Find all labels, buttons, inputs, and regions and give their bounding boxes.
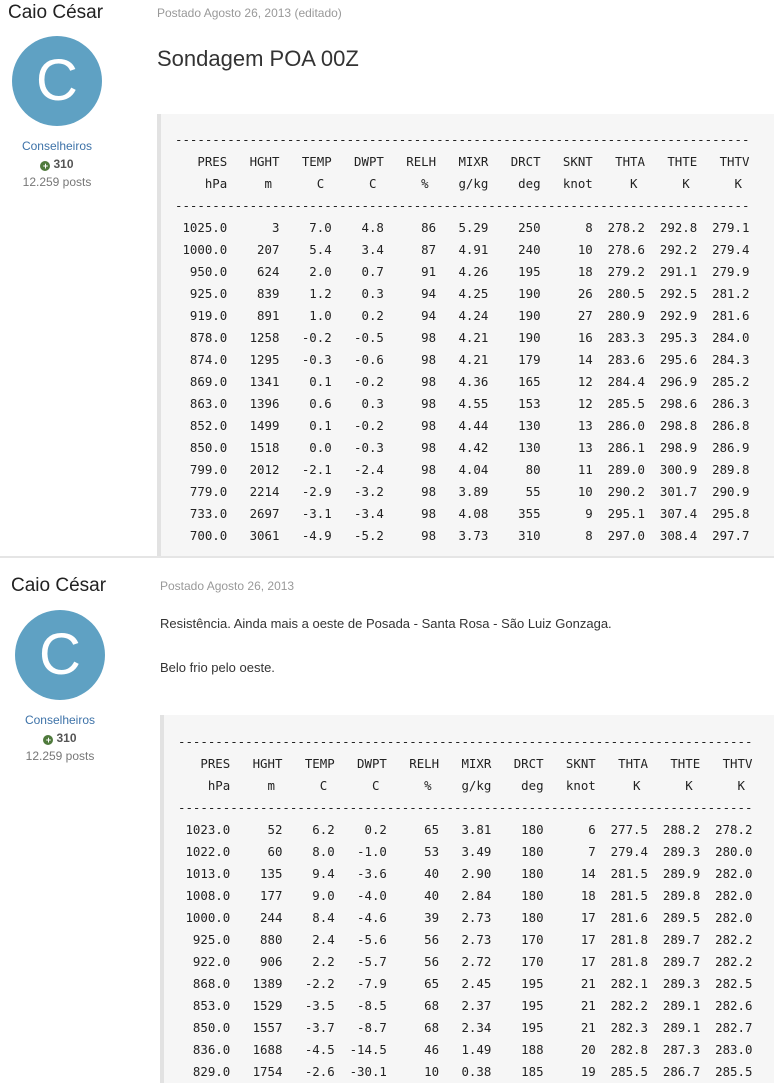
post-text: Resistência. Ainda mais a oeste de Posad…: [160, 616, 612, 631]
reputation-value: 310: [53, 157, 74, 171]
author-name[interactable]: Caio César: [11, 575, 106, 597]
sounding-table: ----------------------------------------…: [175, 132, 750, 543]
post-date[interactable]: Postado Agosto 26, 2013 (editado): [157, 6, 342, 20]
reputation-value: 310: [56, 731, 77, 745]
author-name[interactable]: Caio César: [8, 2, 103, 24]
reputation-badge: +310: [3, 731, 117, 745]
code-block: ----------------------------------------…: [160, 715, 774, 1083]
post-count: 12.259 posts: [25, 749, 95, 763]
post-date[interactable]: Postado Agosto 26, 2013: [160, 579, 294, 593]
forum-post: Caio César C Conselheiros +310 12.259 po…: [0, 0, 774, 556]
plus-icon: +: [40, 161, 51, 171]
post-count: 12.259 posts: [22, 175, 92, 189]
member-group[interactable]: Conselheiros: [3, 713, 117, 727]
code-block: ----------------------------------------…: [157, 114, 774, 556]
plus-icon: +: [43, 735, 54, 745]
post-heading: Sondagem POA 00Z: [157, 46, 359, 71]
reputation-badge: +310: [0, 157, 114, 171]
forum-post: Caio César C Conselheiros +310 12.259 po…: [0, 558, 774, 1083]
post-text: Belo frio pelo oeste.: [160, 660, 275, 675]
sounding-table: ----------------------------------------…: [178, 734, 753, 1079]
avatar[interactable]: C: [12, 36, 102, 126]
member-group[interactable]: Conselheiros: [0, 139, 114, 153]
avatar[interactable]: C: [15, 610, 105, 700]
